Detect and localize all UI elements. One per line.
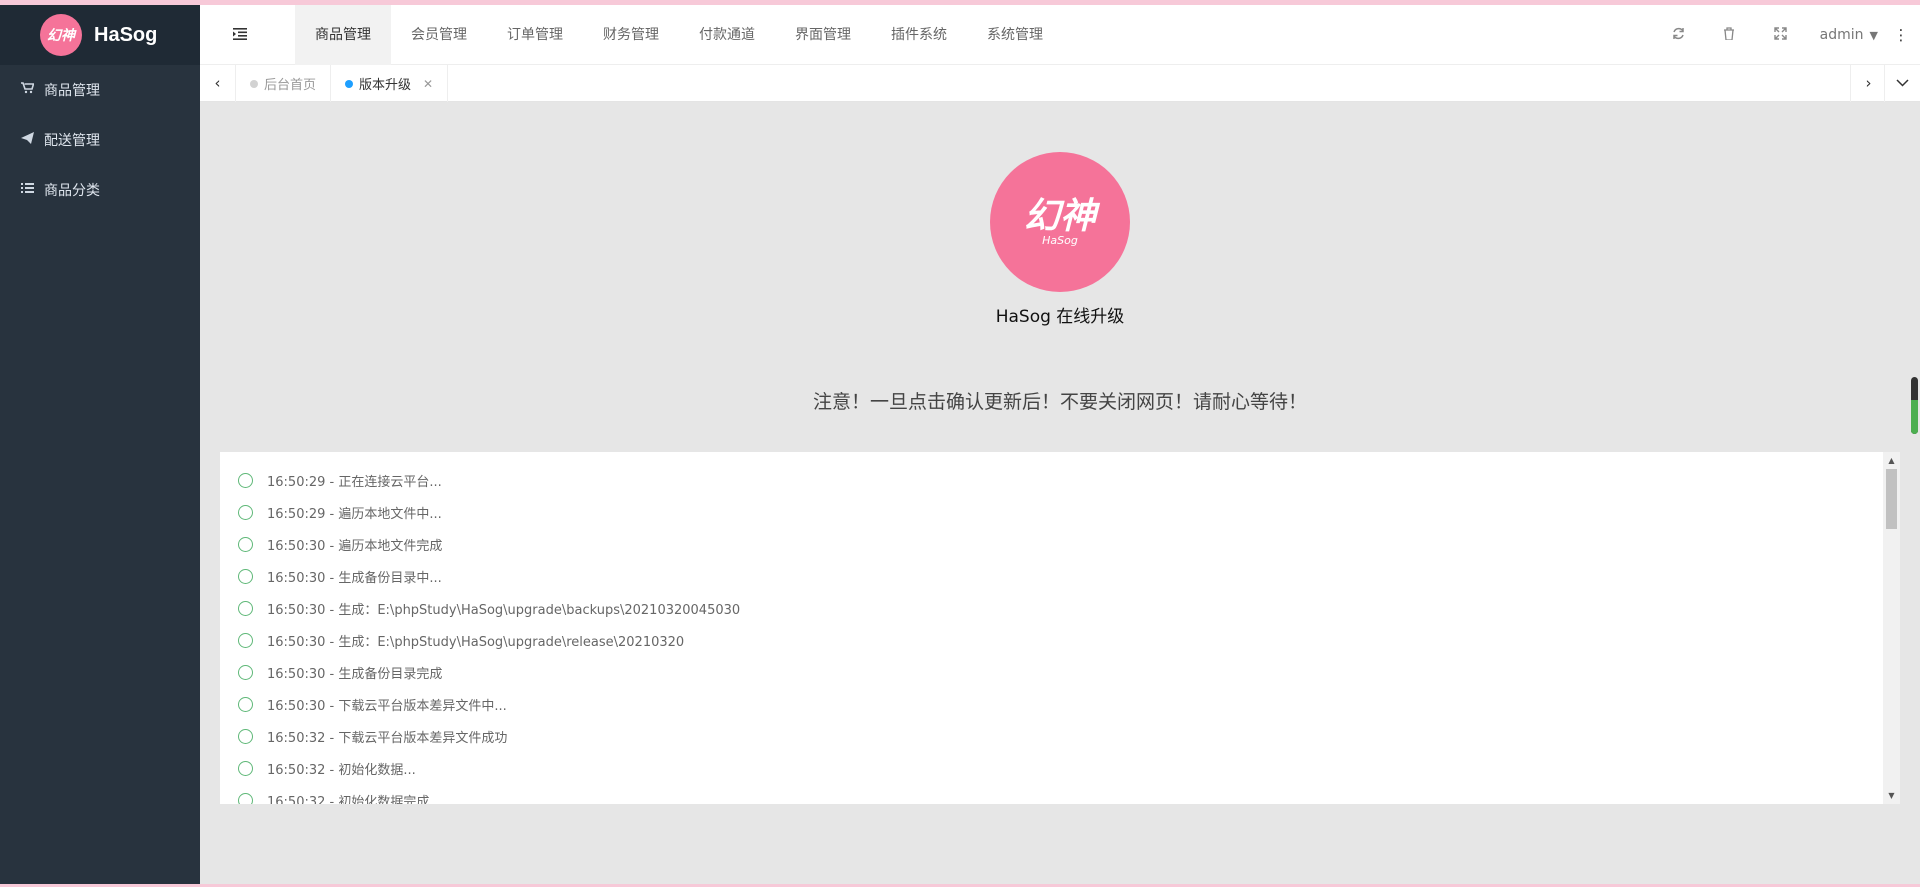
sidebar-item-label: 商品管理 xyxy=(44,83,100,99)
user-menu[interactable]: admin ▼ xyxy=(1806,27,1890,43)
caret-down-icon: ▼ xyxy=(1869,28,1878,42)
log-text: 16:50:32 - 初始化数据... xyxy=(267,762,416,778)
paper-plane-icon xyxy=(20,132,34,148)
user-name: admin xyxy=(1819,27,1864,43)
page-scroll-indicator[interactable] xyxy=(1911,377,1918,434)
log-text: 16:50:30 - 生成备份目录完成 xyxy=(267,666,443,682)
upgrade-log[interactable]: 16:50:29 - 正在连接云平台... 16:50:29 - 遍历本地文件中… xyxy=(220,452,1900,804)
log-entry: 16:50:30 - 下载云平台版本差异文件中... xyxy=(220,688,1880,720)
status-circle-icon xyxy=(238,792,253,804)
main-content: 幻神 HaSog HaSog 在线升级 注意！一旦点击确认更新后！不要关闭网页！… xyxy=(200,102,1920,884)
menu-indent-icon[interactable] xyxy=(228,23,252,47)
log-entry: 16:50:30 - 生成备份目录中... xyxy=(220,560,1880,592)
status-circle-icon xyxy=(238,632,253,648)
fullscreen-icon[interactable] xyxy=(1755,26,1806,44)
status-circle-icon xyxy=(238,568,253,584)
log-text: 16:50:32 - 初始化数据完成 xyxy=(267,794,430,805)
status-circle-icon xyxy=(238,504,253,520)
top-nav: 商品管理 会员管理 订单管理 财务管理 付款通道 界面管理 插件系统 系统管理 xyxy=(295,5,1063,65)
sidebar-item-label: 配送管理 xyxy=(44,133,100,149)
status-circle-icon xyxy=(238,472,253,488)
tab-status-dot xyxy=(250,79,258,88)
status-circle-icon xyxy=(238,696,253,712)
chevron-left-icon[interactable]: ‹ xyxy=(200,65,236,102)
list-icon xyxy=(20,182,34,198)
log-entry: 16:50:32 - 下载云平台版本差异文件成功 xyxy=(220,720,1880,752)
log-text: 16:50:30 - 生成：E:\phpStudy\HaSog\upgrade\… xyxy=(267,602,741,618)
tab-orders[interactable]: 订单管理 xyxy=(487,5,583,65)
sidebar-item-products[interactable]: 商品管理 xyxy=(0,65,200,115)
page-tab-label: 后台首页 xyxy=(264,78,317,93)
page-tab-upgrade[interactable]: 版本升级 ✕ xyxy=(331,65,449,102)
scroll-thumb[interactable] xyxy=(1886,469,1897,529)
logo-subtext: HaSog xyxy=(1042,233,1078,247)
status-circle-icon xyxy=(238,664,253,680)
page-scroll-fill xyxy=(1911,400,1918,434)
brand[interactable]: 幻神 HaSog xyxy=(0,5,200,65)
sidebar-item-label: 商品分类 xyxy=(44,183,100,199)
logo-glyph: 幻神 xyxy=(1023,195,1096,237)
warning-notice: 注意！一旦点击确认更新后！不要关闭网页！请耐心等待！ xyxy=(812,391,1307,413)
log-entry: 16:50:30 - 生成备份目录完成 xyxy=(220,656,1880,688)
log-text: 16:50:30 - 生成备份目录中... xyxy=(267,570,442,586)
tab-status-dot xyxy=(345,79,354,88)
more-vertical-icon[interactable]: ⋮ xyxy=(1890,26,1912,44)
cart-icon xyxy=(20,82,35,98)
log-list: 16:50:29 - 正在连接云平台... 16:50:29 - 遍历本地文件中… xyxy=(220,464,1880,804)
close-icon[interactable]: ✕ xyxy=(423,77,433,91)
log-entry: 16:50:32 - 初始化数据完成 xyxy=(220,784,1880,804)
status-circle-icon xyxy=(238,728,253,744)
log-entry: 16:50:30 - 生成：E:\phpStudy\HaSog\upgrade\… xyxy=(220,624,1880,656)
status-circle-icon xyxy=(238,760,253,776)
refresh-icon[interactable] xyxy=(1653,26,1704,44)
log-entry: 16:50:30 - 生成：E:\phpStudy\HaSog\upgrade\… xyxy=(220,592,1880,624)
page-tab-label: 版本升级 xyxy=(359,78,412,93)
top-header: 商品管理 会员管理 订单管理 财务管理 付款通道 界面管理 插件系统 系统管理 … xyxy=(200,5,1920,65)
trash-icon[interactable] xyxy=(1704,26,1755,44)
log-entry: 16:50:29 - 正在连接云平台... xyxy=(220,464,1880,496)
log-text: 16:50:30 - 下载云平台版本差异文件中... xyxy=(267,698,507,714)
brand-name: HaSog xyxy=(94,23,158,46)
log-scrollbar[interactable]: ▲ ▼ xyxy=(1883,452,1900,804)
brand-logo: 幻神 xyxy=(40,14,82,56)
log-entry: 16:50:30 - 遍历本地文件完成 xyxy=(220,528,1880,560)
scroll-down-arrow-icon[interactable]: ▼ xyxy=(1883,787,1900,804)
log-text: 16:50:29 - 遍历本地文件中... xyxy=(267,506,442,522)
chevron-down-icon[interactable] xyxy=(1884,65,1920,102)
page-tabs: 后台首页 版本升级 ✕ xyxy=(236,65,449,102)
status-circle-icon xyxy=(238,536,253,552)
sidebar-item-delivery[interactable]: 配送管理 xyxy=(0,115,200,165)
tab-members[interactable]: 会员管理 xyxy=(391,5,487,65)
log-entry: 16:50:29 - 遍历本地文件中... xyxy=(220,496,1880,528)
tab-plugins[interactable]: 插件系统 xyxy=(871,5,967,65)
chevron-right-icon[interactable]: › xyxy=(1850,65,1886,102)
sidebar-item-categories[interactable]: 商品分类 xyxy=(0,165,200,215)
log-entry: 16:50:32 - 初始化数据... xyxy=(220,752,1880,784)
tab-interface[interactable]: 界面管理 xyxy=(775,5,871,65)
log-text: 16:50:30 - 生成：E:\phpStudy\HaSog\upgrade\… xyxy=(267,634,685,650)
hasog-logo: 幻神 HaSog xyxy=(990,152,1130,292)
log-text: 16:50:32 - 下载云平台版本差异文件成功 xyxy=(267,730,508,746)
log-text: 16:50:29 - 正在连接云平台... xyxy=(267,474,442,490)
scroll-up-arrow-icon[interactable]: ▲ xyxy=(1883,452,1900,469)
tab-payment-channels[interactable]: 付款通道 xyxy=(679,5,775,65)
page-title: HaSog 在线升级 xyxy=(995,307,1125,327)
status-circle-icon xyxy=(238,600,253,616)
tab-products[interactable]: 商品管理 xyxy=(295,5,391,65)
header-tools: admin ▼ ⋮ xyxy=(1653,5,1920,65)
log-text: 16:50:30 - 遍历本地文件完成 xyxy=(267,538,443,554)
page-tab-bar: ‹ 后台首页 版本升级 ✕ › xyxy=(200,65,1920,102)
tab-finance[interactable]: 财务管理 xyxy=(583,5,679,65)
sidebar: 幻神 HaSog 商品管理 配送管理 商品分类 xyxy=(0,5,200,884)
page-tab-home[interactable]: 后台首页 xyxy=(236,65,332,102)
tab-system[interactable]: 系统管理 xyxy=(967,5,1063,65)
